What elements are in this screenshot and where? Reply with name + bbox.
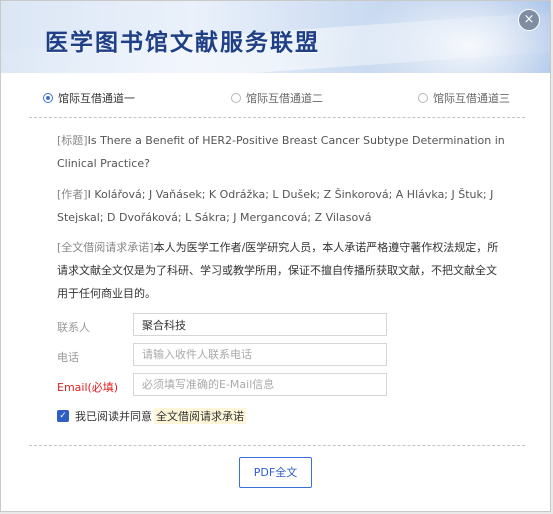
- article-title-text: Is There a Benefit of HER2-Positive Brea…: [57, 134, 505, 170]
- article-authors-text: I Kolářová; J Vaňásek; K Odrážka; L Duše…: [57, 188, 494, 224]
- agreement-prefix: 我已阅读并同意: [75, 410, 152, 423]
- channel-option-2[interactable]: 馆际互借通道二: [231, 90, 323, 106]
- channel-selector: 馆际互借通道一 馆际互借通道二 馆际互借通道三: [43, 90, 513, 108]
- divider-bottom: [29, 445, 525, 446]
- channel-option-1[interactable]: 馆际互借通道一: [43, 90, 135, 106]
- contact-input[interactable]: [133, 313, 387, 336]
- article-authors-tag: [作者]: [57, 188, 88, 201]
- channel-option-label: 馆际互借通道二: [246, 92, 323, 105]
- channel-option-label: 馆际互借通道三: [433, 92, 510, 105]
- commitment-link[interactable]: 全文借阅请求承诺: [154, 408, 246, 424]
- dialog-header: 医学图书馆文献服务联盟 ×: [1, 1, 550, 73]
- email-label: Email(必填): [57, 381, 119, 394]
- document-delivery-dialog: 医学图书馆文献服务联盟 × 馆际互借通道一 馆际互借通道二 馆际互借通道三 [标…: [0, 0, 551, 512]
- agreement-row: ✓ 我已阅读并同意 全文借阅请求承诺: [57, 408, 246, 424]
- divider-top: [29, 117, 525, 118]
- radio-selected-icon: [43, 93, 53, 103]
- dialog-title: 医学图书馆文献服务联盟: [45, 29, 320, 56]
- commitment-tag: [全文借阅请求承诺]: [57, 241, 154, 254]
- phone-label: 电话: [57, 351, 79, 364]
- article-title-tag: [标题]: [57, 134, 88, 147]
- request-commitment: [全文借阅请求承诺]本人为医学工作者/医学研究人员，本人承诺严格遵守著作权法规定…: [57, 236, 505, 305]
- phone-input[interactable]: [133, 343, 387, 366]
- contact-label: 联系人: [57, 321, 90, 334]
- pdf-fulltext-button[interactable]: PDF全文: [239, 457, 312, 488]
- email-input[interactable]: [133, 373, 387, 396]
- radio-icon: [418, 93, 428, 103]
- channel-option-3[interactable]: 馆际互借通道三: [418, 90, 510, 106]
- channel-option-label: 馆际互借通道一: [58, 92, 135, 105]
- radio-icon: [231, 93, 241, 103]
- article-authors: [作者]I Kolářová; J Vaňásek; K Odrážka; L …: [57, 183, 505, 229]
- close-icon[interactable]: ×: [518, 9, 540, 31]
- agreement-checkbox[interactable]: ✓: [57, 410, 69, 422]
- article-title: [标题]Is There a Benefit of HER2-Positive …: [57, 129, 505, 175]
